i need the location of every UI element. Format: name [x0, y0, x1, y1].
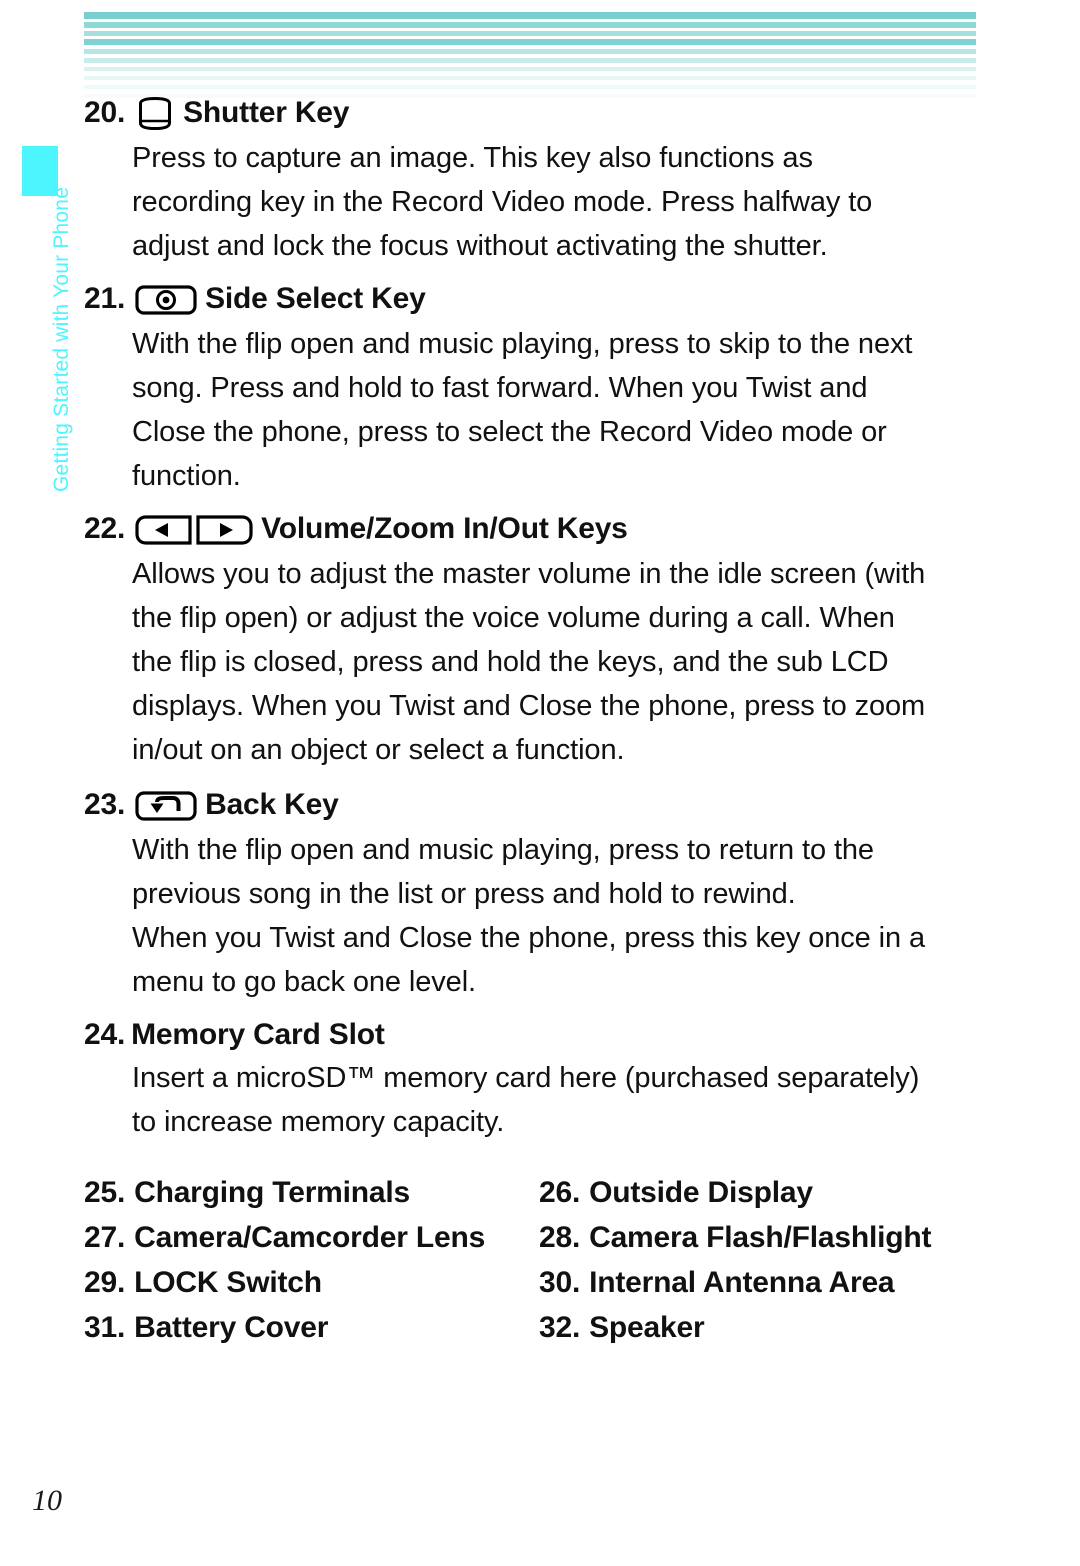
entry-20-title: Shutter Key: [183, 96, 350, 129]
entry-22-body-line: the flip is closed, press and hold the k…: [132, 646, 889, 678]
component-pair-list: 25. Charging Terminals 26. Outside Displ…: [84, 1170, 984, 1350]
entry-24-body-line: to increase memory capacity.: [132, 1106, 505, 1138]
pair-row: 27. Camera/Camcorder Lens 28. Camera Fla…: [84, 1215, 984, 1260]
entry-22-body-line: displays. When you Twist and Close the p…: [132, 690, 926, 722]
entry-23-body-line: When you Twist and Close the phone, pres…: [132, 922, 926, 954]
entry-22-title: Volume/Zoom In/Out Keys: [261, 512, 628, 545]
entry-23-body: With the flip open and music playing, pr…: [132, 828, 984, 1004]
pair-item-32: 32. Speaker: [539, 1305, 984, 1350]
entry-21-body-line: With the flip open and music playing, pr…: [132, 328, 913, 360]
pair-item-25-number: 25.: [84, 1176, 126, 1209]
entry-20-heading: 20. Shutter Key: [84, 96, 984, 131]
entry-24-heading: 24. Memory Card Slot: [84, 1020, 984, 1050]
pair-item-32-number: 32.: [539, 1311, 581, 1344]
entry-20-body-line: adjust and lock the focus without activa…: [132, 230, 828, 262]
pair-item-25-label: Charging Terminals: [134, 1176, 411, 1209]
entry-23-number: 23.: [84, 788, 126, 821]
entry-20-body-line: Press to capture an image. This key also…: [132, 142, 813, 174]
entry-24-body: Insert a microSD™ memory card here (purc…: [132, 1056, 984, 1144]
entry-21-body-line: song. Press and hold to fast forward. Wh…: [132, 372, 868, 404]
entry-21-body: With the flip open and music playing, pr…: [132, 322, 984, 498]
header-stripe-band: [84, 12, 976, 98]
pair-item-31-label: Battery Cover: [134, 1311, 329, 1344]
pair-row: 29. LOCK Switch 30. Internal Antenna Are…: [84, 1260, 984, 1305]
entry-21-body-line: function.: [132, 460, 241, 492]
entry-24-title: Memory Card Slot: [131, 1018, 385, 1051]
pair-item-29-number: 29.: [84, 1266, 126, 1299]
entry-22-body-line: the flip open) or adjust the voice volum…: [132, 602, 895, 634]
header-stripe: [84, 12, 976, 19]
pair-item-27-label: Camera/Camcorder Lens: [134, 1221, 486, 1254]
pair-item-28-label: Camera Flash/Flashlight: [589, 1221, 932, 1254]
entry-21-body-line: Close the phone, press to select the Rec…: [132, 416, 887, 448]
entry-24-body-line: Insert a microSD™ memory card here (purc…: [132, 1062, 920, 1094]
pair-row: 25. Charging Terminals 26. Outside Displ…: [84, 1170, 984, 1215]
pair-item-31-number: 31.: [84, 1311, 126, 1344]
entry-23-title: Back Key: [205, 788, 339, 821]
pair-item-27: 27. Camera/Camcorder Lens: [84, 1215, 539, 1260]
entry-24: 24. Memory Card Slot Insert a microSD™ m…: [84, 1020, 984, 1144]
pair-item-29: 29. LOCK Switch: [84, 1260, 539, 1305]
entry-23-body-line: With the flip open and music playing, pr…: [132, 834, 874, 866]
pair-item-30-label: Internal Antenna Area: [589, 1266, 895, 1299]
pair-item-30-number: 30.: [539, 1266, 581, 1299]
pair-item-26-number: 26.: [539, 1176, 581, 1209]
entry-22-body: Allows you to adjust the master volume i…: [132, 552, 984, 772]
entry-21-heading: 21. Side Select Key: [84, 282, 984, 316]
entry-21-number: 21.: [84, 282, 126, 315]
entry-23-heading: 23. Back Key: [84, 788, 984, 822]
entry-22-body-line: Allows you to adjust the master volume i…: [132, 558, 926, 590]
pair-row: 31. Battery Cover 32. Speaker: [84, 1305, 984, 1350]
pair-item-27-number: 27.: [84, 1221, 126, 1254]
volume-zoom-keys-icon: [135, 513, 253, 547]
pair-item-26-label: Outside Display: [589, 1176, 813, 1209]
entry-20: 20. Shutter Key Press to capture an imag…: [84, 96, 984, 268]
entry-22-heading: 22. Volume/Zoom In/Out Keys: [84, 512, 984, 546]
entry-24-number: 24.: [84, 1018, 126, 1051]
entry-23-body-line: menu to go back one level.: [132, 966, 477, 998]
pair-item-29-label: LOCK Switch: [134, 1266, 322, 1299]
pair-item-30: 30. Internal Antenna Area: [539, 1260, 984, 1305]
entry-20-number: 20.: [84, 96, 126, 129]
pair-item-28-number: 28.: [539, 1221, 581, 1254]
entry-23-body-line: previous song in the list or press and h…: [132, 878, 796, 910]
entry-22-number: 22.: [84, 512, 126, 545]
page-content: 20. Shutter Key Press to capture an imag…: [84, 96, 984, 1350]
page-number: 10: [32, 1484, 62, 1517]
entry-20-body: Press to capture an image. This key also…: [132, 136, 984, 268]
pair-item-26: 26. Outside Display: [539, 1170, 984, 1215]
back-key-icon: [135, 789, 197, 823]
shutter-key-icon: [135, 97, 175, 131]
pair-item-31: 31. Battery Cover: [84, 1305, 539, 1350]
pair-item-28: 28. Camera Flash/Flashlight: [539, 1215, 984, 1260]
chapter-label: Getting Started with Your Phone: [50, 186, 73, 492]
entry-20-body-line: recording key in the Record Video mode. …: [132, 186, 873, 218]
entry-21: 21. Side Select Key With the flip open a…: [84, 282, 984, 498]
side-select-key-icon: [135, 283, 197, 317]
entry-22-body-line: in/out on an object or select a function…: [132, 734, 625, 766]
pair-item-25: 25. Charging Terminals: [84, 1170, 539, 1215]
entry-22: 22. Volume/Zoom In/Out Keys Allows you t…: [84, 512, 984, 772]
pair-item-32-label: Speaker: [589, 1311, 705, 1344]
entry-23: 23. Back Key With the flip open and musi…: [84, 788, 984, 1004]
entry-21-title: Side Select Key: [205, 282, 426, 315]
